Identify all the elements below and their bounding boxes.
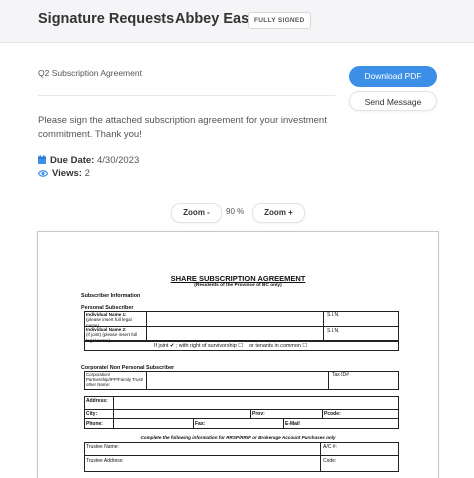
status-badge: FULLY SIGNED [248, 12, 311, 29]
doc-subscriber-info: Subscriber Information [81, 293, 141, 299]
zoom-level: 90 % [226, 207, 245, 216]
doc-check-mark: ✔ [169, 343, 175, 349]
doc-col-divider [146, 371, 147, 390]
doc-row-divider [84, 418, 399, 419]
doc-rrsp-note: Complete the following information for R… [140, 435, 336, 440]
views-label: Views: [52, 168, 82, 179]
due-date-value: 4/30/2023 [96, 155, 140, 166]
doc-tax-id: Tax ID# [332, 372, 349, 378]
doc-email: E-Mail [285, 421, 300, 427]
doc-pcode: Pcode: [324, 411, 341, 417]
doc-col-divider [250, 409, 251, 418]
divider [38, 95, 335, 96]
doc-sin-2: S.I.N. [327, 328, 340, 334]
request-message: Please sign the attached subscription ag… [38, 115, 327, 140]
doc-trustee-name: Trustee Name: [86, 444, 119, 450]
doc-col-divider [146, 311, 147, 341]
calendar-icon [38, 155, 46, 164]
document-preview[interactable]: SHARE SUBSCRIPTION AGREEMENT (Residents … [37, 231, 439, 478]
doc-joint-options: If joint ✔ ; with right of survivorship … [154, 343, 307, 349]
doc-col-divider [283, 418, 284, 429]
doc-account-no: A/C #: [323, 444, 337, 450]
doc-individual-1-label: Individual Name 1: [86, 312, 127, 317]
doc-address: Address: [86, 398, 108, 404]
doc-survivorship: ; with right of survivorship ☐ [175, 343, 244, 349]
doc-subtitle: (Residents of the Province of BC only) [194, 283, 282, 288]
doc-row-divider [84, 455, 399, 456]
doc-col-divider [113, 396, 114, 429]
breadcrumb-separator-icon: › [158, 11, 163, 26]
request-subject: Q2 Subscription Agreement [38, 68, 142, 78]
send-message-button[interactable]: Send Message [349, 91, 437, 111]
doc-trustee-table [84, 442, 399, 472]
doc-sin-1: S.I.N. [327, 312, 340, 318]
top-bar: Signature Requests › Abbey East FULLY SI… [0, 0, 474, 43]
doc-col-divider [323, 311, 324, 341]
doc-title: SHARE SUBSCRIPTION AGREEMENT [170, 274, 306, 283]
due-date-row: Due Date: 4/30/2023 [38, 155, 139, 166]
doc-code: Code: [323, 458, 337, 464]
doc-col-divider [320, 442, 321, 472]
breadcrumb-signature-requests[interactable]: Signature Requests [38, 11, 174, 27]
doc-tenants-common: or tenants in common ☐ [249, 343, 308, 349]
views-row: Views: 2 [37, 168, 90, 179]
doc-if-joint: If joint [154, 343, 169, 349]
breadcrumb-current: Abbey East [175, 11, 254, 27]
doc-corporate-label: Corporation/ Partnership/IPP/Family Trus… [86, 372, 144, 387]
zoom-in-button[interactable]: Zoom + [252, 203, 305, 223]
doc-city: City: [86, 411, 98, 417]
doc-individual-1: Individual Name 1: (please insert full l… [86, 312, 144, 328]
doc-col-divider [322, 409, 323, 418]
doc-individual-2-label: Individual Name 2: [86, 327, 127, 332]
doc-col-divider [328, 371, 329, 390]
eye-icon [37, 170, 49, 177]
doc-fax: Fax: [195, 421, 206, 427]
doc-address-table [84, 396, 399, 429]
doc-trustee-address: Trustee Address: [86, 458, 124, 464]
doc-prov: Prov: [252, 411, 265, 417]
download-pdf-button[interactable]: Download PDF [349, 66, 437, 87]
doc-phone: Phone: [86, 421, 103, 427]
due-date-label: Due Date: [50, 155, 95, 166]
zoom-out-button[interactable]: Zoom - [171, 203, 222, 223]
doc-col-divider [193, 418, 194, 429]
doc-row-divider [84, 409, 399, 410]
views-value: 2 [84, 168, 90, 179]
